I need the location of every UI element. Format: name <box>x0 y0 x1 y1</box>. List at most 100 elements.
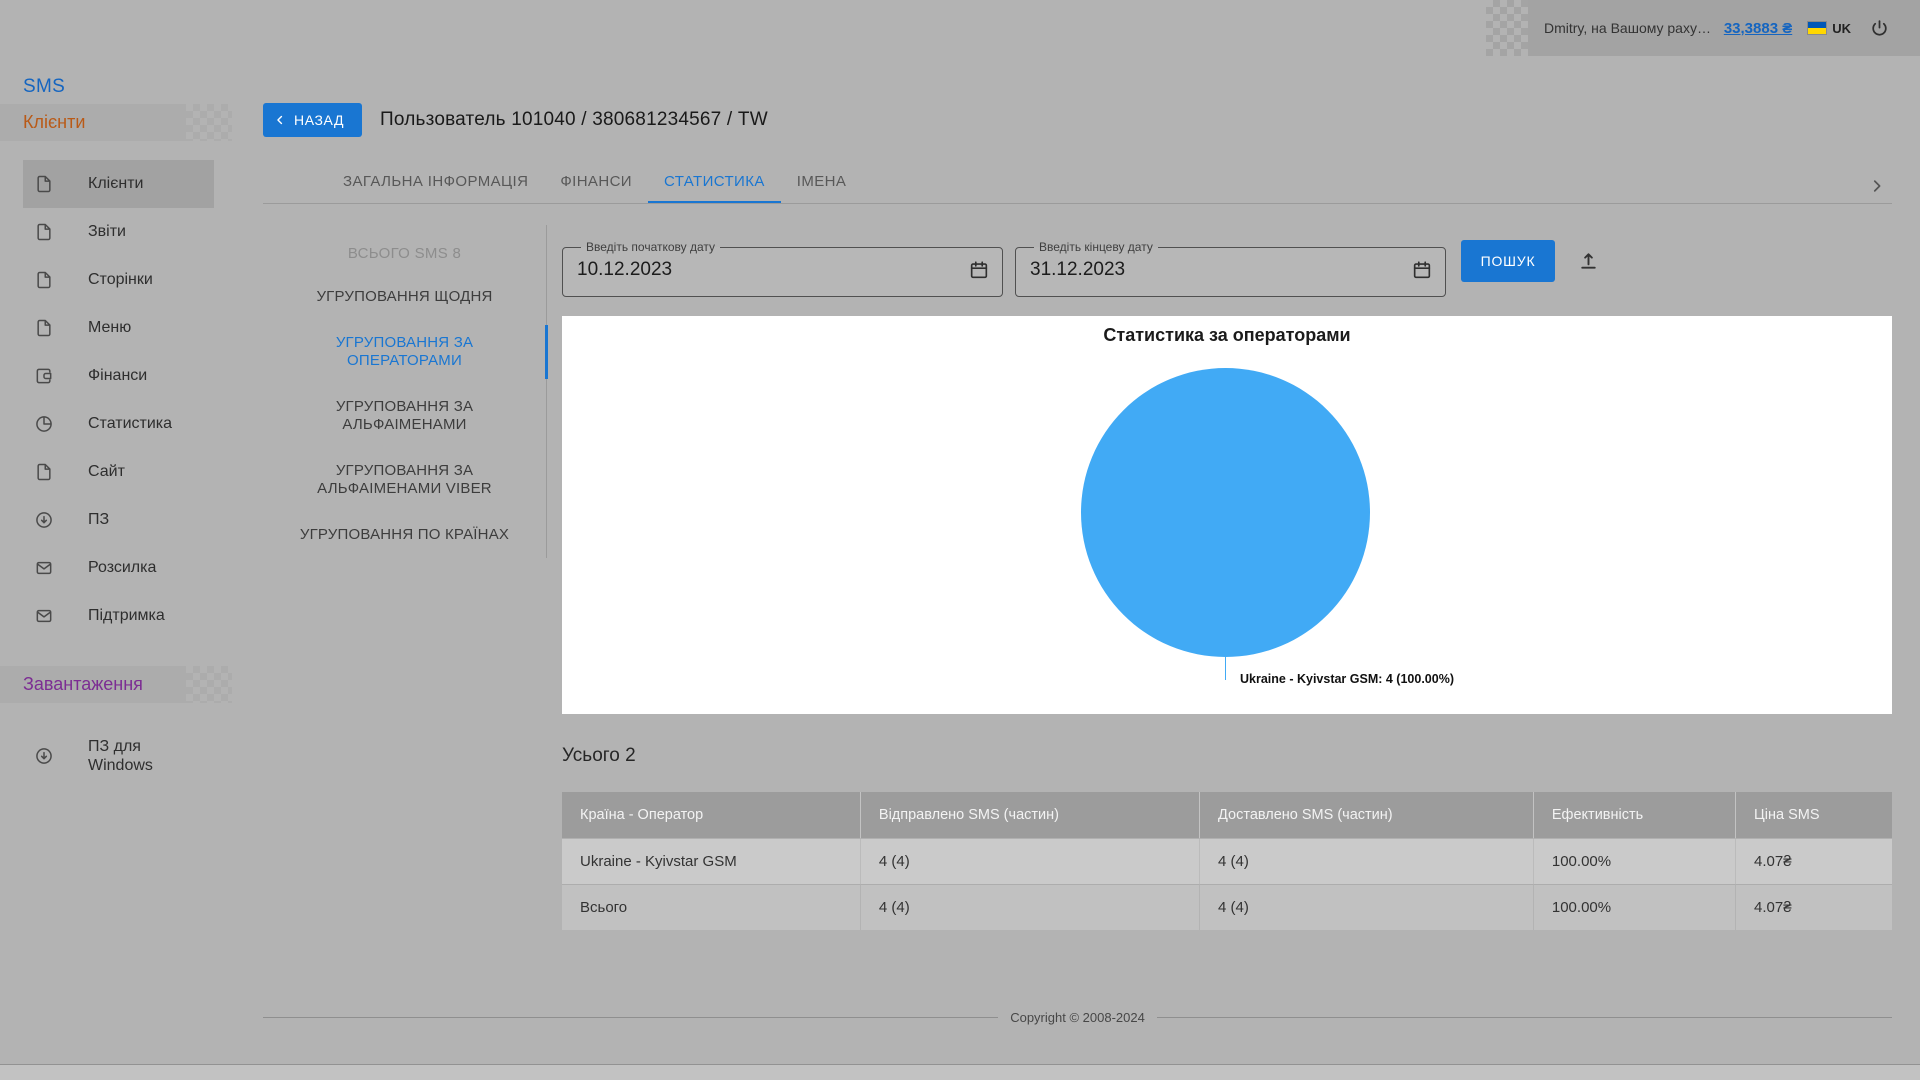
window-bottom-edge <box>0 1064 1920 1080</box>
filters-row: Введіть початкову дату 10.12.2023 Введіт… <box>562 240 1892 297</box>
back-button-label: НАЗАД <box>294 112 344 128</box>
search-button[interactable]: ПОШУК <box>1461 240 1555 282</box>
date-from-calendar-button[interactable] <box>968 259 990 281</box>
logout-button[interactable] <box>1869 18 1890 39</box>
sidebar-item-software-windows[interactable]: ПЗ для Windows <box>23 731 214 781</box>
table-header-row: Країна - Оператор Відправлено SMS (части… <box>562 792 1892 838</box>
tabs-scroll-right-button[interactable] <box>1868 177 1886 195</box>
language-selector[interactable]: UK <box>1808 21 1851 36</box>
page-title: Пользователь 101040 / 380681234567 / TW <box>380 109 768 131</box>
document-icon <box>34 174 54 194</box>
power-icon <box>1869 18 1890 39</box>
sidebar-item-pages[interactable]: Сторінки <box>23 256 214 304</box>
sidebar-item-software[interactable]: ПЗ <box>23 496 214 544</box>
back-button[interactable]: НАЗАД <box>263 103 362 137</box>
download-icon <box>34 746 54 766</box>
table-row: Ukraine - Kyivstar GSM 4 (4) 4 (4) 100.0… <box>562 838 1892 884</box>
sidebar-item-mailing[interactable]: Розсилка <box>23 544 214 592</box>
sidebar-item-label: Статистика <box>88 415 172 433</box>
document-icon <box>34 222 54 242</box>
cell-price: 4.07₴ <box>1735 884 1892 930</box>
subnav-total-sms: ВСЬОГО SMS 8 <box>263 235 546 274</box>
sidebar-item-label: Підтримка <box>88 607 165 625</box>
sidebar-item-label: Розсилка <box>88 559 156 577</box>
content-area: ВСЬОГО SMS 8 УГРУПОВАННЯ ЩОДНЯ УГРУПОВАН… <box>263 225 1892 930</box>
sidebar-item-reports[interactable]: Звіти <box>23 208 214 256</box>
sidebar-item-label: ПЗ <box>88 511 109 529</box>
language-label: UK <box>1832 21 1851 36</box>
cell-operator: Ukraine - Kyivstar GSM <box>562 838 860 884</box>
date-to-field[interactable]: Введіть кінцеву дату 31.12.2023 <box>1015 240 1446 297</box>
footer-divider <box>1157 1017 1892 1018</box>
cell-price: 4.07₴ <box>1735 838 1892 884</box>
col-header-efficiency[interactable]: Ефективність <box>1533 792 1735 838</box>
sidebar-section-downloads-label: Завантаження <box>23 674 143 695</box>
tabs: ЗАГАЛЬНА ІНФОРМАЦІЯ ФІНАНСИ СТАТИСТИКА І… <box>327 173 862 203</box>
statistics-subnav: ВСЬОГО SMS 8 УГРУПОВАННЯ ЩОДНЯ УГРУПОВАН… <box>263 225 547 558</box>
download-icon <box>34 510 54 530</box>
mail-icon <box>34 558 54 578</box>
cell-delivered: 4 (4) <box>1199 884 1533 930</box>
subnav-item-grouping-operators[interactable]: УГРУПОВАННЯ ЗА ОПЕРАТОРАМИ <box>263 320 546 384</box>
col-header-operator[interactable]: Країна - Оператор <box>562 792 860 838</box>
balance-link[interactable]: 33,3883 ₴ <box>1724 20 1792 37</box>
date-from-field[interactable]: Введіть початкову дату 10.12.2023 <box>562 240 1003 297</box>
cell-operator: Всього <box>562 884 860 930</box>
sidebar-item-label: ПЗ для Windows <box>88 737 172 775</box>
document-icon <box>34 270 54 290</box>
document-icon <box>34 318 54 338</box>
subnav-item-grouping-daily[interactable]: УГРУПОВАННЯ ЩОДНЯ <box>263 274 546 320</box>
subnav-item-grouping-alphanames-viber[interactable]: УГРУПОВАННЯ ЗА АЛЬФАІМЕНАМИ VIBER <box>263 448 546 512</box>
operators-table: Країна - Оператор Відправлено SMS (части… <box>562 792 1892 930</box>
page-footer: Copyright © 2008-2024 <box>263 1010 1892 1025</box>
sidebar-item-site[interactable]: Сайт <box>23 448 214 496</box>
sidebar-section-downloads[interactable]: Завантаження <box>0 666 186 703</box>
tab-statistics[interactable]: СТАТИСТИКА <box>648 173 781 203</box>
cell-efficiency: 100.00% <box>1533 838 1735 884</box>
tabs-bar: ЗАГАЛЬНА ІНФОРМАЦІЯ ФІНАНСИ СТАТИСТИКА І… <box>263 170 1892 204</box>
cell-sent: 4 (4) <box>860 884 1199 930</box>
calendar-icon <box>968 259 990 281</box>
sidebar-item-clients[interactable]: Клієнти <box>23 160 214 208</box>
sidebar-item-label: Фінанси <box>88 367 147 385</box>
pie-slice[interactable] <box>1081 368 1370 657</box>
main-content: НАЗАД Пользователь 101040 / 380681234567… <box>214 64 1920 1080</box>
col-header-price[interactable]: Ціна SMS <box>1735 792 1892 838</box>
topbar: Dmitry, на Вашому раху… 33,3883 ₴ UK <box>0 0 1920 64</box>
sidebar-item-label: Сторінки <box>88 271 153 289</box>
document-icon <box>34 462 54 482</box>
page-header: НАЗАД Пользователь 101040 / 380681234567… <box>263 103 1892 137</box>
sidebar-item-label: Сайт <box>88 463 125 481</box>
subnav-item-grouping-countries[interactable]: УГРУПОВАННЯ ПО КРАЇНАХ <box>263 512 546 558</box>
sidebar-item-support[interactable]: Підтримка <box>23 592 214 640</box>
pie-annotation: Ukraine - Kyivstar GSM: 4 (100.00%) <box>1240 672 1454 686</box>
pie-chart-icon <box>34 414 54 434</box>
col-header-delivered[interactable]: Доставлено SMS (частин) <box>1199 792 1533 838</box>
summary-total: Усього 2 <box>562 745 1892 767</box>
tab-names[interactable]: ІМЕНА <box>781 173 863 203</box>
date-to-calendar-button[interactable] <box>1411 259 1433 281</box>
sidebar-item-statistics[interactable]: Статистика <box>23 400 214 448</box>
sidebar-item-label: Меню <box>88 319 131 337</box>
app-title: SMS <box>23 76 214 98</box>
sidebar-item-menu[interactable]: Меню <box>23 304 214 352</box>
statistics-panel: Введіть початкову дату 10.12.2023 Введіт… <box>562 225 1892 930</box>
cell-efficiency: 100.00% <box>1533 884 1735 930</box>
sidebar-item-label: Звіти <box>88 223 126 241</box>
export-button[interactable] <box>1577 249 1600 272</box>
sidebar-section-clients[interactable]: Клієнти <box>0 104 186 141</box>
sidebar-item-finances[interactable]: Фінанси <box>23 352 214 400</box>
tab-general-info[interactable]: ЗАГАЛЬНА ІНФОРМАЦІЯ <box>327 173 544 203</box>
app-root: Dmitry, на Вашому раху… 33,3883 ₴ UK SMS… <box>0 0 1920 1080</box>
ukraine-flag-icon <box>1808 22 1826 34</box>
subnav-item-grouping-alphanames[interactable]: УГРУПОВАННЯ ЗА АЛЬФАІМЕНАМИ <box>263 384 546 448</box>
tab-finances[interactable]: ФІНАНСИ <box>544 173 648 203</box>
calendar-icon <box>1411 259 1433 281</box>
footer-divider <box>263 1017 998 1018</box>
mail-icon <box>34 606 54 626</box>
col-header-sent[interactable]: Відправлено SMS (частин) <box>860 792 1199 838</box>
date-to-label: Введіть кінцеву дату <box>1034 240 1158 254</box>
sidebar-nav: Клієнти Звіти Сторінки Меню Фінанси Стат… <box>0 160 214 640</box>
pie-leader-line <box>1225 657 1226 680</box>
cell-sent: 4 (4) <box>860 838 1199 884</box>
